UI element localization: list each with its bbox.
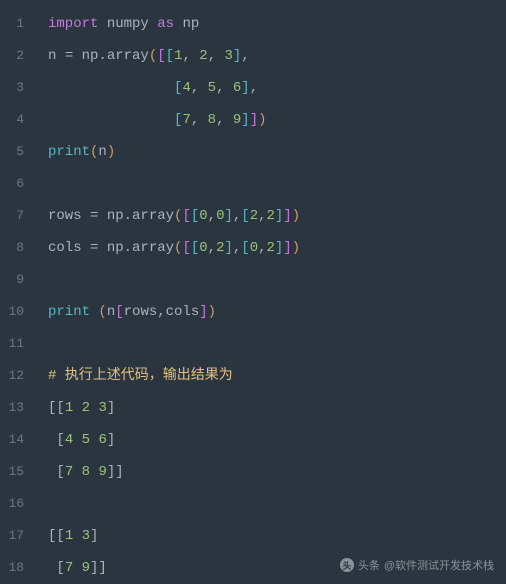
code-line: [[1 3] xyxy=(48,520,506,552)
line-number: 3 xyxy=(0,72,38,104)
watermark-prefix: 头条 xyxy=(358,557,380,573)
line-number: 8 xyxy=(0,232,38,264)
watermark-icon: 头 xyxy=(340,558,354,572)
code-line: print (n[rows,cols]) xyxy=(48,296,506,328)
watermark: 头 头条 @软件测试开发技术栈 xyxy=(340,557,494,573)
code-line xyxy=(48,488,506,520)
code-line: import numpy as np xyxy=(48,8,506,40)
code-line: [7, 8, 9]]) xyxy=(48,104,506,136)
code-line: [[1 2 3] xyxy=(48,392,506,424)
code-line: rows = np.array([[0,0],[2,2]]) xyxy=(48,200,506,232)
code-line: cols = np.array([[0,2],[0,2]]) xyxy=(48,232,506,264)
line-number: 17 xyxy=(0,520,38,552)
line-number: 10 xyxy=(0,296,38,328)
code-editor: 123456789101112131415161718 import numpy… xyxy=(0,0,506,583)
code-line: [4 5 6] xyxy=(48,424,506,456)
line-number: 18 xyxy=(0,552,38,584)
line-number: 6 xyxy=(0,168,38,200)
line-number: 16 xyxy=(0,488,38,520)
code-content: import numpy as npn = np.array([[1, 2, 3… xyxy=(38,0,506,583)
line-number: 4 xyxy=(0,104,38,136)
code-line xyxy=(48,264,506,296)
line-number: 5 xyxy=(0,136,38,168)
line-number: 11 xyxy=(0,328,38,360)
line-number: 2 xyxy=(0,40,38,72)
line-number: 7 xyxy=(0,200,38,232)
code-line: print(n) xyxy=(48,136,506,168)
line-number: 15 xyxy=(0,456,38,488)
watermark-text: @软件测试开发技术栈 xyxy=(384,557,494,573)
line-number-gutter: 123456789101112131415161718 xyxy=(0,0,38,583)
code-line: n = np.array([[1, 2, 3], xyxy=(48,40,506,72)
code-line: # 执行上述代码，输出结果为 xyxy=(48,360,506,392)
line-number: 9 xyxy=(0,264,38,296)
code-line: [4, 5, 6], xyxy=(48,72,506,104)
line-number: 14 xyxy=(0,424,38,456)
code-line xyxy=(48,328,506,360)
code-line: [7 8 9]] xyxy=(48,456,506,488)
code-line xyxy=(48,168,506,200)
line-number: 1 xyxy=(0,8,38,40)
line-number: 12 xyxy=(0,360,38,392)
line-number: 13 xyxy=(0,392,38,424)
